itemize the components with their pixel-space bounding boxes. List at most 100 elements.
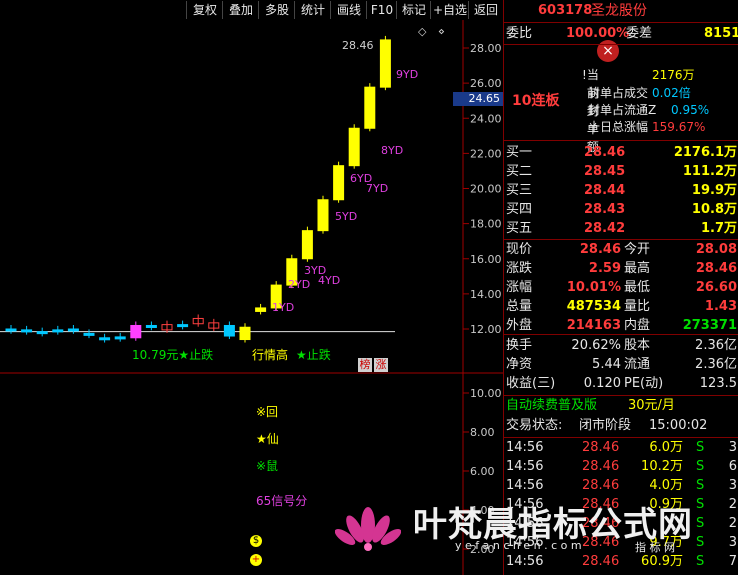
divider bbox=[504, 437, 738, 438]
quote-label: 涨幅 bbox=[506, 280, 533, 295]
stats-label: 流通 bbox=[624, 357, 651, 372]
current-price-tag: 24.65 bbox=[453, 92, 503, 106]
candle-body bbox=[317, 199, 329, 232]
promo-row[interactable]: 自动续费普及版 30元/月 bbox=[504, 397, 738, 415]
ten-day-row: 十日总涨幅 159.67% bbox=[504, 118, 738, 136]
price-tick-label: 16.00 bbox=[470, 253, 502, 266]
bid-row[interactable]: 买五 28.42 1.7万 bbox=[504, 220, 738, 238]
stats-label: 股本 bbox=[624, 338, 651, 353]
candle-body bbox=[255, 307, 267, 312]
toolbar-draw-line-button[interactable]: 画线 bbox=[330, 1, 367, 19]
dollar-icon[interactable]: $ bbox=[250, 535, 262, 547]
quote-row: 外盘 214163 内盘 273371 bbox=[504, 317, 738, 335]
price-tick-label: 20.00 bbox=[470, 183, 502, 196]
seal-float-value: 0.95% bbox=[671, 103, 710, 117]
quote-row: 涨幅 10.01% 最低 26.60 bbox=[504, 279, 738, 297]
stats-label: 净资 bbox=[506, 357, 533, 372]
toolbar-f10-button[interactable]: F10 bbox=[366, 1, 397, 19]
lower-tick-label: 8.00 bbox=[470, 426, 495, 439]
bid-price: 28.46 bbox=[584, 145, 626, 160]
ten-day-label: 十日总涨幅 bbox=[588, 120, 649, 134]
tick-side: S bbox=[696, 440, 705, 455]
seal-ratio-label: 封单占成交 bbox=[588, 86, 649, 100]
toolbar-statistics-button[interactable]: 统计 bbox=[294, 1, 331, 19]
bid-label: 买三 bbox=[506, 183, 533, 198]
lower-tick-label: 6.00 bbox=[470, 465, 495, 478]
bid-row[interactable]: 买一 28.46 2176.1万 bbox=[504, 144, 738, 162]
status-label: 交易状态: bbox=[506, 418, 563, 433]
annotation-4yd: 4YD bbox=[318, 274, 341, 287]
plus-icon[interactable]: + bbox=[250, 554, 262, 566]
toolbar-add-watchlist-button[interactable]: +自选 bbox=[430, 1, 469, 19]
stop-fall-label-2: ★止跌 bbox=[296, 348, 331, 362]
diamond-icon[interactable]: ◇ bbox=[418, 25, 426, 38]
stop-fall-label-1: 10.79元★止跌 bbox=[132, 348, 214, 362]
candle-body bbox=[83, 332, 95, 336]
toolbar-overlay-button[interactable]: 叠加 bbox=[222, 1, 259, 19]
bid-volume: 2176.1万 bbox=[673, 145, 737, 160]
stock-name: 圣龙股份 bbox=[591, 3, 647, 19]
candle-body bbox=[379, 39, 391, 88]
bid-row[interactable]: 买三 28.44 19.9万 bbox=[504, 182, 738, 200]
weicha-value: 8151 bbox=[704, 26, 738, 41]
price-tick-label: 22.00 bbox=[470, 147, 502, 160]
quote-value: 10.01% bbox=[566, 280, 621, 295]
divider bbox=[504, 22, 738, 23]
price-tick-label: 28.00 bbox=[470, 42, 502, 55]
stats-row: 换手 20.62% 股本 2.36亿 bbox=[504, 337, 738, 355]
candle-body bbox=[130, 324, 142, 339]
stop-fall-label-2-prefix: 行情高 bbox=[252, 348, 289, 362]
toolbar-back-button[interactable]: 返回 bbox=[468, 1, 503, 19]
price-tick-label: 18.00 bbox=[470, 218, 502, 231]
toolbar-mark-button[interactable]: 标记 bbox=[396, 1, 431, 19]
tick-price: 28.46 bbox=[582, 440, 620, 455]
quote-panel: 603178 圣龙股份 委比 100.00% 委差 8151 × 10连板 ! 当… bbox=[503, 0, 738, 575]
tick-price: 28.46 bbox=[582, 478, 620, 493]
toolbar-restore-rights-button[interactable]: 复权 bbox=[186, 1, 223, 19]
candle-body bbox=[52, 329, 64, 333]
watermark-sub: 指 标 网 bbox=[635, 541, 675, 554]
promo-text[interactable]: 自动续费普及版 bbox=[506, 397, 597, 415]
badge-zhang[interactable]: 涨 bbox=[374, 358, 388, 372]
cursor-icon[interactable]: ⋄ bbox=[438, 25, 445, 38]
quote-value: 273371 bbox=[682, 318, 737, 333]
stats-label: 换手 bbox=[506, 338, 533, 353]
divider bbox=[504, 239, 738, 240]
quote-label: 总量 bbox=[506, 299, 533, 314]
promo-price[interactable]: 30元/月 bbox=[628, 397, 675, 415]
high-price-label: 28.46 bbox=[342, 39, 374, 52]
tick-side: S bbox=[696, 459, 705, 474]
tick-side: S bbox=[696, 478, 705, 493]
bid-volume: 1.7万 bbox=[700, 221, 737, 236]
bid-label: 买二 bbox=[506, 164, 533, 179]
candle-body bbox=[36, 331, 48, 335]
quote-value: 28.08 bbox=[695, 242, 737, 257]
quote-value: 2.59 bbox=[588, 261, 621, 276]
stats-label: 收益(三) bbox=[506, 376, 556, 391]
bid-price: 28.45 bbox=[584, 164, 626, 179]
quote-label: 量比 bbox=[624, 299, 651, 314]
chart-toolbar: 复权 叠加 多股 统计 画线 F10 标记 +自选 返回 bbox=[0, 0, 503, 20]
watermark-url: y e f a n c h e n . c o m bbox=[455, 539, 582, 552]
annotation-8yd: 8YD bbox=[381, 144, 404, 157]
seal-amount-label: ! 当前封单额 bbox=[582, 68, 599, 154]
seal-float-label: 封单占流通Z bbox=[588, 103, 657, 117]
stats-label: PE(动) bbox=[624, 376, 664, 391]
kline-chart[interactable]: 28.00 26.00 24.00 22.00 20.00 18.00 16.00 14.00… bbox=[0, 20, 503, 575]
badge-bang[interactable]: 榜 bbox=[358, 358, 372, 372]
bid-row[interactable]: 买二 28.45 111.2万 bbox=[504, 163, 738, 181]
tick-time: 14:56 bbox=[506, 459, 544, 474]
quote-label: 外盘 bbox=[506, 318, 533, 333]
bid-volume: 19.9万 bbox=[691, 183, 737, 198]
tick-volume: 10.2万 bbox=[641, 459, 683, 474]
tick-price: 28.46 bbox=[582, 459, 620, 474]
toolbar-multi-stock-button[interactable]: 多股 bbox=[258, 1, 295, 19]
bid-row[interactable]: 买四 28.43 10.8万 bbox=[504, 201, 738, 219]
quote-value: 28.46 bbox=[695, 261, 737, 276]
weibi-label: 委比 bbox=[506, 26, 533, 41]
price-tick-label: 12.00 bbox=[470, 323, 502, 336]
quote-value: 26.60 bbox=[695, 280, 737, 295]
quote-label: 最低 bbox=[624, 280, 651, 295]
divider bbox=[504, 395, 738, 396]
quote-label: 今开 bbox=[624, 242, 651, 257]
